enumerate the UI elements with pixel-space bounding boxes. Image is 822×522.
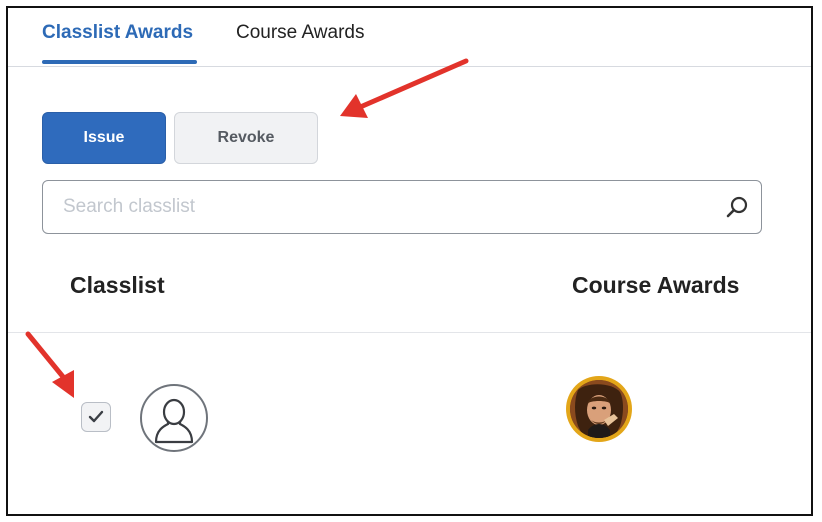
row-select-checkbox[interactable] xyxy=(81,402,111,432)
column-header-classlist: Classlist xyxy=(70,272,165,298)
arrow-to-row-checkbox xyxy=(25,331,74,398)
tab-course-awards[interactable]: Course Awards xyxy=(236,22,365,44)
issue-button[interactable]: Issue xyxy=(42,112,166,164)
header-divider xyxy=(8,332,811,333)
search-icon[interactable] xyxy=(725,195,749,219)
active-tab-indicator xyxy=(42,60,197,64)
award-badge-image xyxy=(570,380,628,438)
annotation-arrows xyxy=(25,58,469,398)
awards-panel: Classlist Awards Course Awards Issue Rev… xyxy=(6,6,813,516)
revoke-button[interactable]: Revoke xyxy=(174,112,318,164)
user-avatar xyxy=(140,384,208,452)
user-placeholder-icon xyxy=(154,398,194,444)
checkmark-icon xyxy=(88,410,104,423)
search-input[interactable] xyxy=(43,181,703,233)
tab-bar: Classlist Awards Course Awards xyxy=(8,8,811,67)
arrow-to-revoke-button xyxy=(340,58,469,118)
column-header-course-awards: Course Awards xyxy=(572,272,740,298)
search-box xyxy=(42,180,762,234)
course-award-badge[interactable] xyxy=(566,376,632,442)
tab-classlist-awards[interactable]: Classlist Awards xyxy=(42,22,193,44)
